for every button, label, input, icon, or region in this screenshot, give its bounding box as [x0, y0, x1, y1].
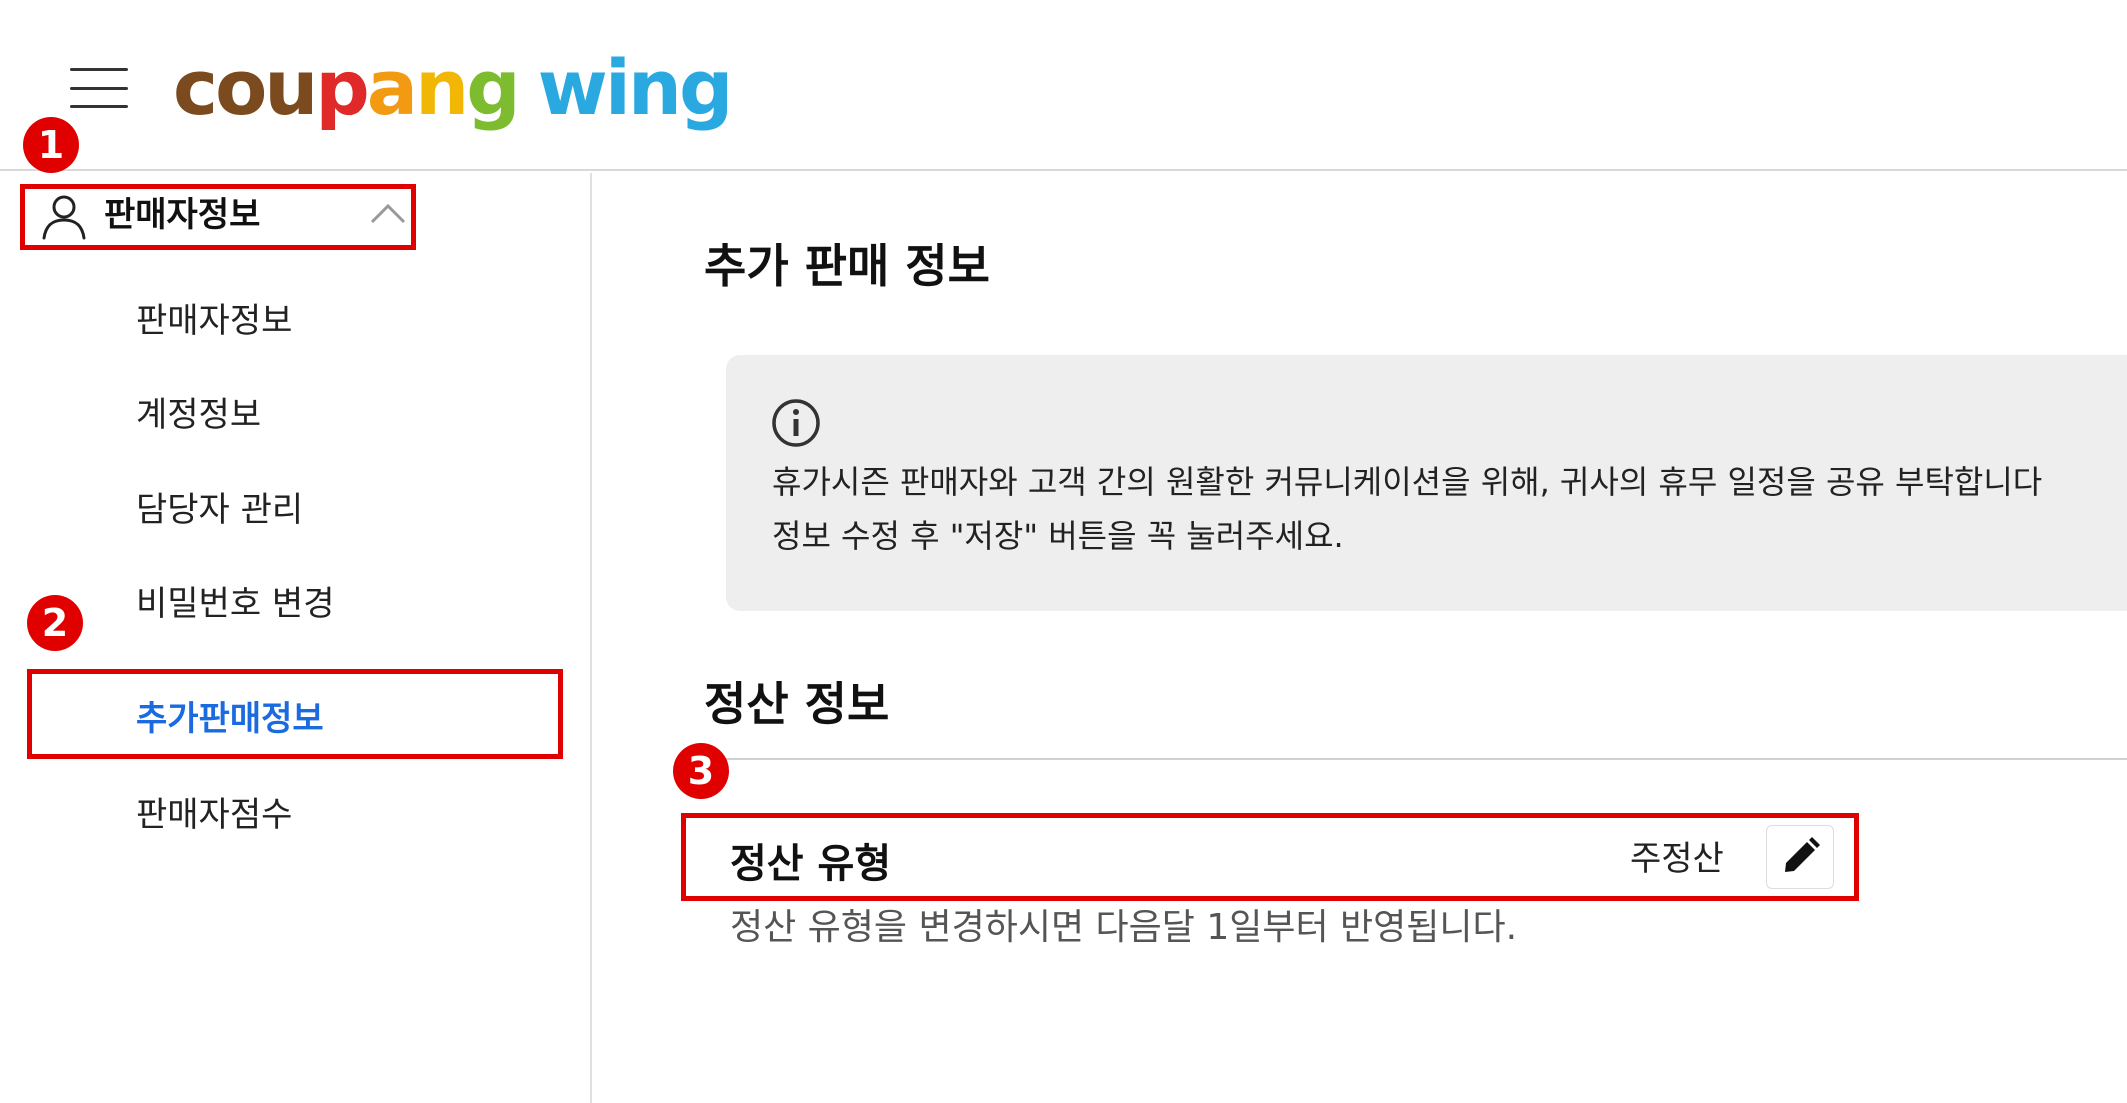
page-title: 추가 판매 정보 [704, 239, 990, 293]
sidebar-item-account-info[interactable]: 계정정보 [136, 385, 261, 445]
settlement-type-label: 정산 유형 [730, 841, 892, 887]
main-content: 추가 판매 정보 휴가시즌 판매자와 고객 간의 원활한 커뮤니케이션을 위해,… [594, 173, 2127, 1103]
sidebar-item-seller-info[interactable]: 판매자정보 [136, 291, 292, 351]
settlement-type-help-text: 정산 유형을 변경하시면 다음달 1일부터 반영됩니다. [730, 907, 1518, 948]
hamburger-menu-icon[interactable] [70, 68, 128, 108]
logo-letter: g [679, 43, 733, 132]
sidebar-item-manager[interactable]: 담당자 관리 [136, 480, 303, 540]
edit-settlement-type-button[interactable] [1766, 825, 1834, 889]
logo-letter: o [215, 43, 267, 132]
coupang-wing-logo[interactable]: coupangwing [173, 38, 733, 138]
logo-letter: u [264, 43, 318, 132]
annotation-marker-1: 1 [23, 117, 79, 173]
annotation-marker-2: 2 [27, 595, 83, 651]
settlement-section-title: 정산 정보 [704, 677, 890, 731]
logo-letter: i [604, 43, 631, 132]
logo-letter: a [366, 43, 418, 132]
notice-box: 휴가시즌 판매자와 고객 간의 원활한 커뮤니케이션을 위해, 귀사의 휴무 일… [726, 355, 2127, 611]
notice-line-1: 휴가시즌 판매자와 고객 간의 원활한 커뮤니케이션을 위해, 귀사의 휴무 일… [772, 463, 2043, 501]
logo-letter: n [627, 43, 682, 132]
pencil-icon [1785, 837, 1820, 872]
notice-line-2: 정보 수정 후 "저장" 버튼을 꼭 눌러주세요. [772, 517, 1344, 555]
chevron-up-icon[interactable] [368, 198, 408, 228]
page: coupangwing 1 판매자정보 판매자정보 계정정보 담당자 관리 비밀… [0, 0, 2127, 1103]
user-icon [42, 195, 86, 240]
top-header: coupangwing [0, 0, 2127, 171]
sidebar: 1 판매자정보 판매자정보 계정정보 담당자 관리 비밀번호 변경 2 추가판매… [0, 117, 592, 1103]
info-icon [772, 399, 820, 447]
annotation-marker-3: 3 [673, 743, 729, 799]
logo-letter: g [466, 43, 520, 132]
logo-letter: n [415, 43, 469, 132]
sidebar-item-seller-score[interactable]: 판매자점수 [136, 785, 292, 845]
sidebar-group-seller-info[interactable]: 판매자정보 [28, 173, 408, 259]
logo-letter: p [315, 43, 369, 132]
sidebar-group-title: 판매자정보 [104, 195, 261, 235]
logo-letter: c [173, 43, 218, 132]
section-divider [704, 758, 2127, 760]
sidebar-item-additional-sales-info[interactable]: 추가판매정보 [136, 689, 324, 749]
sidebar-item-change-password[interactable]: 비밀번호 변경 [136, 574, 335, 634]
logo-letter: w [537, 43, 608, 132]
settlement-type-value: 주정산 [1630, 839, 1724, 879]
